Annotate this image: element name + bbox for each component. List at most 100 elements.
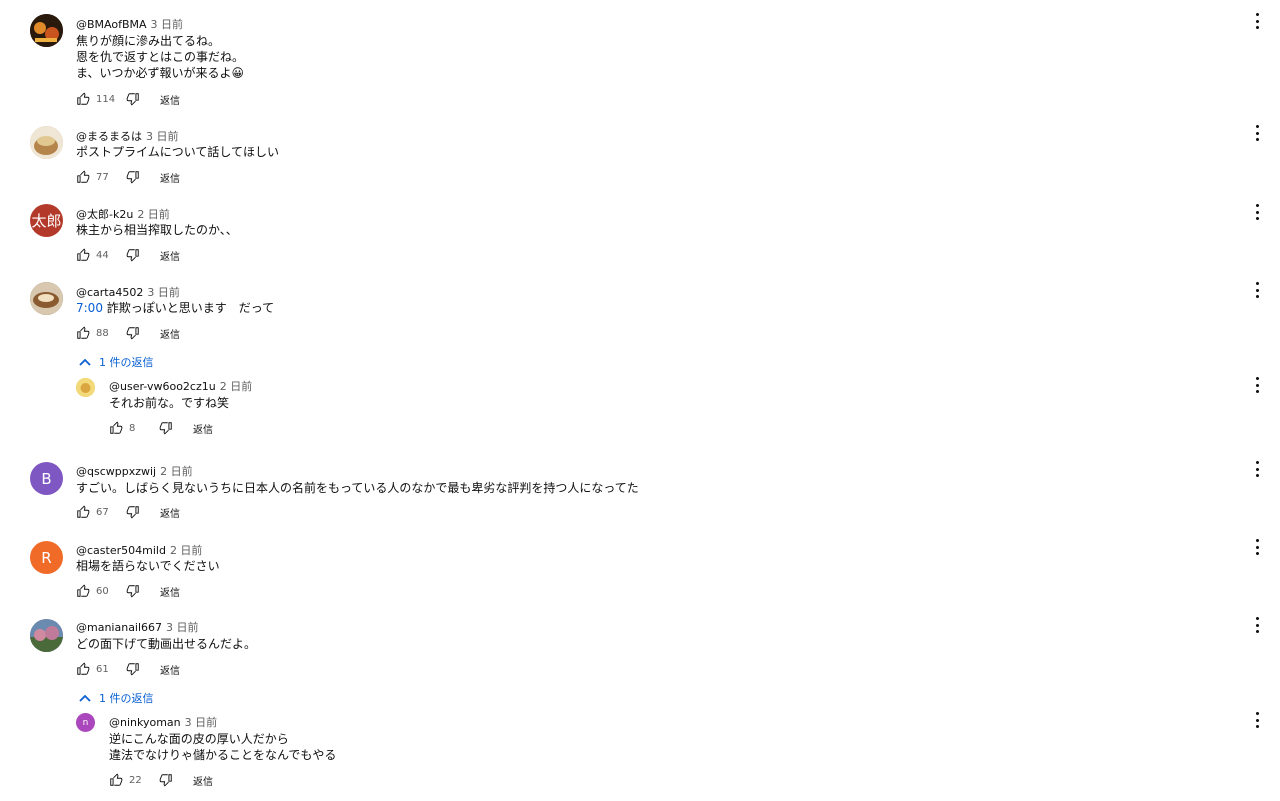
author-line: @manianail667 3 日前 xyxy=(76,619,199,635)
like-icon[interactable] xyxy=(76,92,90,106)
dislike-icon[interactable] xyxy=(159,773,173,787)
more-menu-icon[interactable] xyxy=(1251,13,1263,29)
author-line: @まるまるは 3 日前 xyxy=(76,128,179,144)
avatar[interactable] xyxy=(30,282,63,315)
comment-text: すごい。しばらく見ないうちに日本人の名前をもっている人のなかで最も卑劣な評判を持… xyxy=(76,481,639,495)
like-icon[interactable] xyxy=(76,170,90,184)
like-count: 88 xyxy=(96,327,109,339)
author-name[interactable]: @太郎-k2u xyxy=(76,208,133,221)
dislike-icon[interactable] xyxy=(126,662,140,676)
author-name[interactable]: @ninkyoman xyxy=(109,716,181,729)
reply-button[interactable]: 返信 xyxy=(160,170,180,185)
author-line: @太郎-k2u 2 日前 xyxy=(76,206,170,222)
author-line: @caster504mild 2 日前 xyxy=(76,542,202,558)
dislike-icon[interactable] xyxy=(126,326,140,340)
dislike-icon[interactable] xyxy=(159,421,173,435)
more-menu-icon[interactable] xyxy=(1251,461,1263,477)
avatar[interactable]: R xyxy=(30,541,63,574)
comment-text: どの面下げて動画出せるんだよ。 xyxy=(76,637,257,651)
action-bar: 61 返信 xyxy=(76,661,180,677)
comment-time[interactable]: 3 日前 xyxy=(151,18,184,31)
reply-button[interactable]: 返信 xyxy=(193,421,213,436)
reply-button[interactable]: 返信 xyxy=(160,248,180,263)
author-line: @ninkyoman 3 日前 xyxy=(109,714,217,730)
chevron-up-icon xyxy=(79,694,91,702)
like-icon[interactable] xyxy=(76,662,90,676)
dislike-icon[interactable] xyxy=(126,505,140,519)
reply-button[interactable]: 返信 xyxy=(193,773,213,788)
avatar-image xyxy=(30,14,63,47)
comment-text: 7:00 詐欺っぽいと思います だって xyxy=(76,300,274,316)
more-menu-icon[interactable] xyxy=(1251,377,1263,393)
reply-button[interactable]: 返信 xyxy=(160,92,180,107)
reply-text: 逆にこんな面の皮の厚い人だから 違法でなけりゃ儲かることをなんでもやる xyxy=(109,732,337,762)
author-line: @carta4502 3 日前 xyxy=(76,284,180,300)
comment-time[interactable]: 2 日前 xyxy=(137,208,170,221)
action-bar: 60 返信 xyxy=(76,583,180,599)
like-count: 114 xyxy=(96,93,116,105)
like-icon[interactable] xyxy=(109,773,123,787)
like-icon[interactable] xyxy=(76,326,90,340)
comment-time[interactable]: 3 日前 xyxy=(166,621,199,634)
more-menu-icon[interactable] xyxy=(1251,617,1263,633)
like-count: 44 xyxy=(96,249,109,261)
comment-time[interactable]: 2 日前 xyxy=(220,380,253,393)
reply-button[interactable]: 返信 xyxy=(160,584,180,599)
like-icon[interactable] xyxy=(76,248,90,262)
avatar[interactable] xyxy=(30,14,63,47)
timestamp-link[interactable]: 7:00 xyxy=(76,301,103,315)
like-icon[interactable] xyxy=(76,584,90,598)
author-name[interactable]: @carta4502 xyxy=(76,286,143,299)
reply-button[interactable]: 返信 xyxy=(160,326,180,341)
action-bar: 8 返信 xyxy=(109,420,213,436)
reply-button[interactable]: 返信 xyxy=(160,505,180,520)
like-count: 8 xyxy=(129,422,136,434)
more-menu-icon[interactable] xyxy=(1251,125,1263,141)
avatar[interactable] xyxy=(30,619,63,652)
avatar[interactable]: B xyxy=(30,462,63,495)
avatar-image xyxy=(76,378,95,397)
more-menu-icon[interactable] xyxy=(1251,204,1263,220)
dislike-icon[interactable] xyxy=(126,584,140,598)
reply-button[interactable]: 返信 xyxy=(160,662,180,677)
author-name[interactable]: @qscwppxzwij xyxy=(76,465,156,478)
comment-text: 株主から相当搾取したのか、、 xyxy=(76,223,238,237)
avatar[interactable] xyxy=(30,126,63,159)
more-menu-icon[interactable] xyxy=(1251,539,1263,555)
dislike-icon[interactable] xyxy=(126,92,140,106)
avatar[interactable]: n xyxy=(76,713,95,732)
like-count: 61 xyxy=(96,663,109,675)
more-menu-icon[interactable] xyxy=(1251,282,1263,298)
author-line: @BMAofBMA 3 日前 xyxy=(76,16,183,32)
comment-time[interactable]: 3 日前 xyxy=(146,130,179,143)
comment-time[interactable]: 3 日前 xyxy=(185,716,218,729)
comment-time[interactable]: 3 日前 xyxy=(147,286,180,299)
replies-toggle-label: 1 件の返信 xyxy=(99,356,154,369)
dislike-icon[interactable] xyxy=(126,248,140,262)
action-bar: 22 返信 xyxy=(109,772,213,788)
comment-text: ポストプライムについて話してほしい xyxy=(76,145,280,159)
replies-toggle[interactable]: 1 件の返信 xyxy=(79,354,154,370)
like-icon[interactable] xyxy=(76,505,90,519)
comment-text: 相場を語らないでください xyxy=(76,559,220,573)
comment-time[interactable]: 2 日前 xyxy=(160,465,193,478)
action-bar: 67 返信 xyxy=(76,504,180,520)
action-bar: 88 返信 xyxy=(76,325,180,341)
author-line: @qscwppxzwij 2 日前 xyxy=(76,463,193,479)
author-name[interactable]: @BMAofBMA xyxy=(76,18,147,31)
avatar[interactable]: 太郎 xyxy=(30,204,63,237)
dislike-icon[interactable] xyxy=(126,170,140,184)
author-name[interactable]: @まるまるは xyxy=(76,130,142,143)
replies-toggle-label: 1 件の返信 xyxy=(99,692,154,705)
replies-toggle[interactable]: 1 件の返信 xyxy=(79,690,154,706)
avatar[interactable] xyxy=(76,378,95,397)
author-name[interactable]: @user-vw6oo2cz1u xyxy=(109,380,216,393)
like-icon[interactable] xyxy=(109,421,123,435)
like-count: 22 xyxy=(129,774,142,786)
like-count: 77 xyxy=(96,171,109,183)
action-bar: 44 返信 xyxy=(76,247,180,263)
more-menu-icon[interactable] xyxy=(1251,712,1263,728)
comment-time[interactable]: 2 日前 xyxy=(170,544,203,557)
author-name[interactable]: @caster504mild xyxy=(76,544,166,557)
author-name[interactable]: @manianail667 xyxy=(76,621,162,634)
